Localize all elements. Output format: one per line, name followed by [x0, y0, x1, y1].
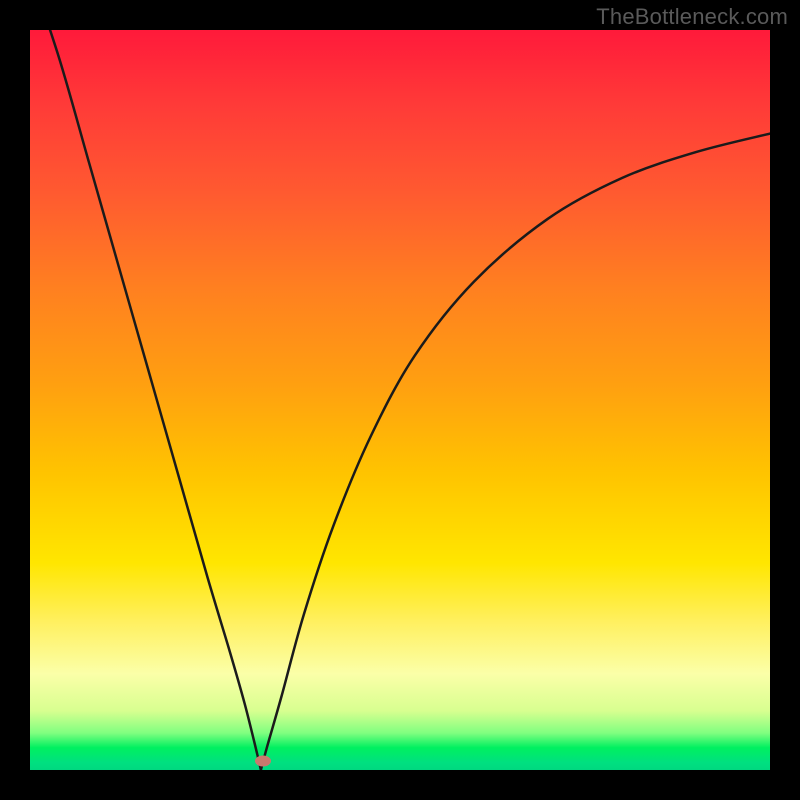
chart-frame: TheBottleneck.com	[0, 0, 800, 800]
bottleneck-curve	[30, 30, 770, 770]
watermark-text: TheBottleneck.com	[596, 4, 788, 30]
plot-area	[30, 30, 770, 770]
min-marker	[255, 756, 271, 767]
